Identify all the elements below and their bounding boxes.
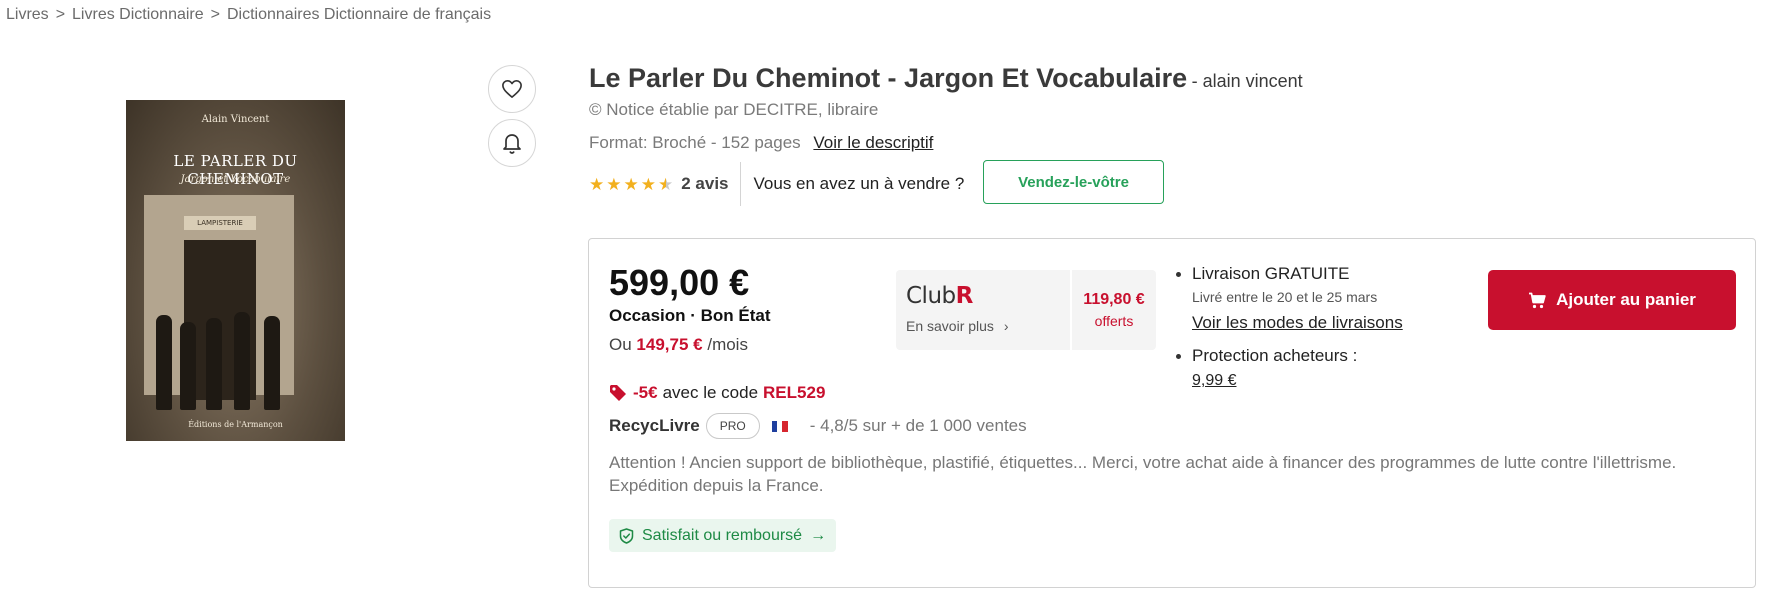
promo-discount: -5€ (633, 383, 658, 402)
club-offered-amount: 119,80 € (1083, 291, 1145, 308)
protection-price[interactable]: 9,99 € (1192, 372, 1466, 390)
product-format-line: Format: Broché - 152 pages Voir le descr… (589, 133, 933, 153)
buyer-protection: Protection acheteurs : (1192, 346, 1358, 365)
club-offered-label: offerts (1094, 313, 1134, 329)
satisfaction-guarantee-link[interactable]: Satisfait ou remboursé → (609, 519, 837, 552)
monthly-payment: Ou 149,75 € /mois (609, 335, 748, 355)
rating-row: ★ ★ ★ ★ ★ 2 avis Vous en avez un à vendr… (589, 162, 964, 206)
price: 599,00 € (609, 262, 750, 303)
book-cover-image[interactable]: LAMPISTERIE Alain Vincent LE PARLER DU C… (126, 100, 345, 441)
cover-figures (146, 300, 306, 410)
club-offered: 119,80 € offerts (1072, 270, 1156, 350)
star-rating[interactable]: ★ ★ ★ ★ ★ (589, 176, 673, 193)
cart-icon (1529, 292, 1546, 308)
heart-icon (502, 80, 522, 98)
club-r-logo: ClubR (906, 283, 973, 309)
product-notice: © Notice établie par DECITRE, libraire (589, 100, 879, 119)
product-title: Le Parler Du Cheminot - Jargon Et Vocabu… (589, 63, 1188, 93)
seller-stats: - 4,8/5 sur + de 1 000 ventes (809, 416, 1027, 435)
breadcrumb: Livres > Livres Dictionnaire > Dictionna… (6, 6, 491, 24)
breadcrumb-item-dictionnaires[interactable]: Dictionnaires Dictionnaire de français (227, 6, 491, 24)
monthly-amount: 149,75 € (636, 335, 703, 354)
cover-sign: LAMPISTERIE (184, 216, 256, 230)
guarantee-label: Satisfait ou remboursé (642, 526, 803, 544)
cover-subtitle: Jargon et Vocabulaire (180, 174, 291, 185)
bell-icon (503, 134, 521, 154)
divider (739, 162, 741, 206)
shipping-info: Livraison GRATUITE Livré entre le 20 et … (1176, 264, 1466, 390)
sell-question: Vous en avez un à vendre ? (753, 174, 965, 193)
alert-button[interactable] (488, 119, 536, 167)
promo-code: -5€ avec le code REL529 (609, 383, 825, 403)
club-learn-more-link[interactable]: En savoir plus › (906, 318, 1009, 334)
tag-icon (610, 385, 626, 401)
add-to-cart-button[interactable]: Ajouter au panier (1488, 270, 1736, 330)
pro-badge: PRO (705, 413, 760, 439)
item-condition: Occasion · Bon État (609, 306, 771, 325)
monthly-suffix: /mois (707, 335, 748, 354)
star-icon: ★ (606, 174, 622, 194)
half-star-icon: ★ (658, 174, 674, 194)
star-icon: ★ (589, 174, 605, 194)
france-flag-icon (771, 420, 788, 432)
sell-yours-button[interactable]: Vendez-le-vôtre (983, 160, 1164, 204)
promo-text: avec le code (662, 383, 759, 402)
arrow-right-icon: → (810, 526, 827, 544)
product-title-line: Le Parler Du Cheminot - Jargon Et Vocabu… (589, 63, 1303, 94)
offer-description: Attention ! Ancien support de bibliothèq… (609, 453, 1677, 495)
delivery-dates: Livré entre le 20 et le 25 mars (1192, 289, 1378, 305)
star-icon: ★ (623, 174, 639, 194)
promo-code-value: REL529 (763, 383, 826, 402)
product-author[interactable]: - alain vincent (1192, 71, 1303, 91)
chevron-right-icon: › (1003, 318, 1009, 334)
club-r-info: ClubR En savoir plus › (896, 270, 1070, 350)
seller-info: RecycLivre PRO - 4,8/5 sur + de 1 000 ve… (609, 413, 1027, 439)
shipping-bullet: Livraison GRATUITE Livré entre le 20 et … (1176, 264, 1466, 333)
protection-bullet: Protection acheteurs : 9,99 € (1176, 346, 1466, 390)
star-icon: ★ (640, 174, 656, 194)
favorite-button[interactable] (488, 65, 536, 113)
descriptif-link[interactable]: Voir le descriptif (813, 133, 933, 152)
breadcrumb-separator: > (55, 6, 66, 23)
cover-publisher: Éditions de l'Armançon (188, 420, 283, 429)
reviews-count[interactable]: 2 avis (681, 174, 728, 194)
breadcrumb-item-livres-dictionnaire[interactable]: Livres Dictionnaire (72, 6, 204, 24)
add-to-cart-label: Ajouter au panier (1556, 290, 1696, 309)
free-shipping: Livraison GRATUITE (1192, 264, 1350, 283)
seller-name[interactable]: RecycLivre (609, 416, 700, 436)
club-r-card[interactable]: ClubR En savoir plus › 119,80 € offerts (896, 270, 1156, 350)
breadcrumb-item-livres[interactable]: Livres (6, 6, 49, 24)
monthly-prefix: Ou (609, 335, 632, 354)
shipping-modes-link[interactable]: Voir les modes de livraisons (1192, 313, 1466, 333)
cover-author: Alain Vincent (201, 114, 270, 125)
product-format: Format: Broché - 152 pages (589, 133, 801, 152)
breadcrumb-separator: > (210, 6, 220, 23)
shield-check-icon (619, 527, 634, 544)
